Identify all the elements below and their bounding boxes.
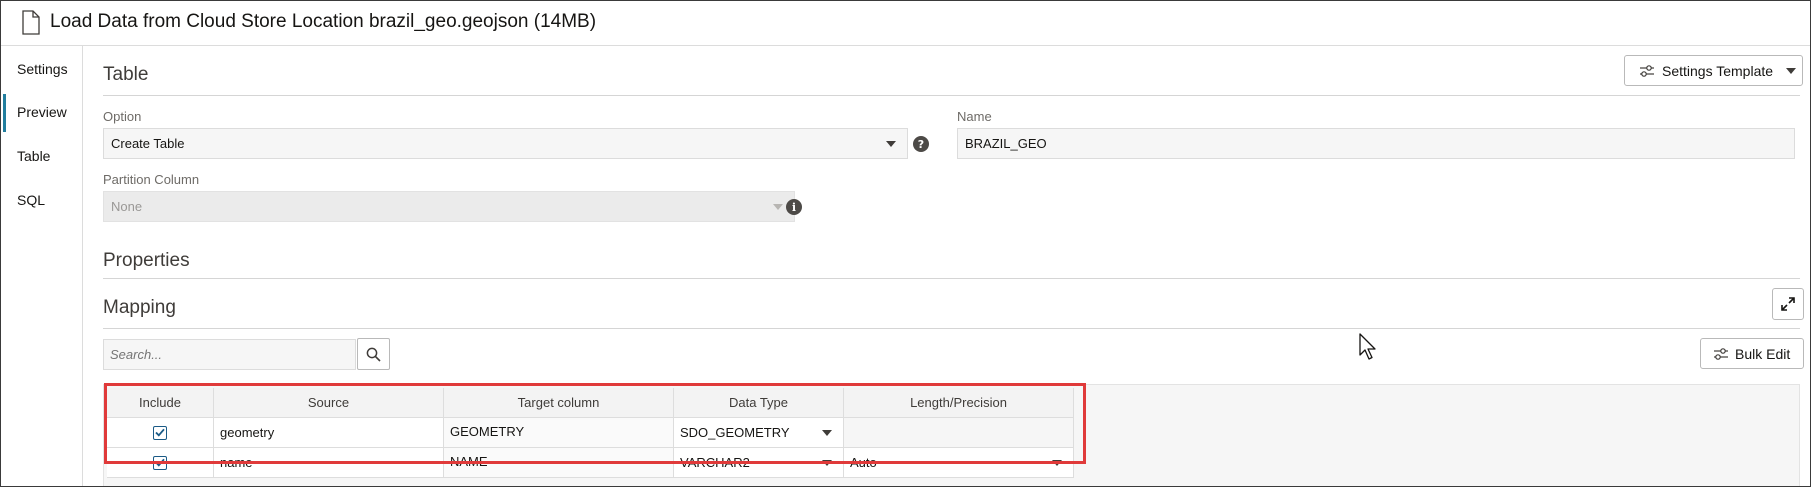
include-checkbox[interactable]	[153, 455, 167, 470]
sidebar-item-sql[interactable]: SQL	[17, 192, 45, 208]
sidebar-item-settings[interactable]: Settings	[17, 61, 68, 77]
bulk-edit-label: Bulk Edit	[1735, 345, 1791, 362]
expand-button[interactable]	[1772, 288, 1804, 320]
sidebar-item-preview[interactable]: Preview	[17, 104, 67, 120]
table-section-title: Table	[103, 64, 149, 85]
data-type-value: VARCHAR2	[680, 455, 750, 470]
source-cell: name	[214, 448, 444, 478]
chevron-down-icon	[773, 204, 783, 210]
chevron-down-icon[interactable]	[822, 430, 832, 436]
table-row: geometry GEOMETRY SDO_GEOMETRY	[107, 418, 1074, 448]
document-icon	[22, 10, 40, 35]
name-input[interactable]: BRAZIL_GEO	[957, 128, 1795, 159]
sidebar-active-indicator	[3, 94, 6, 132]
length-precision-cell	[844, 418, 1074, 448]
data-type-select[interactable]: VARCHAR2	[674, 448, 844, 478]
option-select-value: Create Table	[111, 136, 185, 151]
data-type-value: SDO_GEOMETRY	[680, 425, 790, 440]
sliders-icon	[1640, 64, 1654, 77]
include-cell	[107, 448, 214, 478]
source-cell: geometry	[214, 418, 444, 448]
grid-header-row: Include Source Target column Data Type L…	[107, 388, 1074, 418]
option-label: Option	[103, 109, 142, 124]
column-header-length-precision[interactable]: Length/Precision	[844, 388, 1074, 418]
target-column-input[interactable]: NAME	[444, 448, 674, 478]
column-header-source[interactable]: Source	[214, 388, 444, 418]
checkmark-icon	[155, 458, 165, 467]
mapping-section-title: Mapping	[103, 297, 176, 318]
target-column-input[interactable]: GEOMETRY	[444, 418, 674, 448]
settings-template-label: Settings Template	[1662, 62, 1774, 79]
chevron-down-icon[interactable]	[822, 460, 832, 466]
table-row: name NAME VARCHAR2 Auto	[107, 448, 1074, 478]
column-header-target-column[interactable]: Target column	[444, 388, 674, 418]
sidebar-item-table[interactable]: Table	[17, 148, 50, 164]
name-input-value: BRAZIL_GEO	[965, 136, 1047, 151]
include-checkbox[interactable]	[153, 425, 167, 440]
option-select[interactable]: Create Table	[103, 128, 908, 159]
info-icon[interactable]: i	[786, 199, 802, 215]
dialog-title: Load Data from Cloud Store Location braz…	[50, 11, 597, 32]
search-icon	[366, 347, 381, 362]
column-header-data-type[interactable]: Data Type	[674, 388, 844, 418]
bulk-edit-button[interactable]: Bulk Edit	[1700, 338, 1804, 369]
expand-icon	[1781, 297, 1795, 311]
search-button[interactable]	[357, 338, 390, 370]
include-cell	[107, 418, 214, 448]
dialog-header: Load Data from Cloud Store Location braz…	[1, 1, 1810, 46]
main-content: Table Settings Template Option Create Ta…	[83, 46, 1810, 486]
settings-template-button[interactable]: Settings Template	[1624, 55, 1803, 86]
sidebar: Settings Preview Table SQL	[1, 46, 83, 486]
mapping-section-divider	[103, 328, 1800, 329]
name-label: Name	[957, 109, 992, 124]
partition-column-select: None	[103, 191, 795, 222]
partition-column-value: None	[111, 199, 143, 214]
partition-column-label: Partition Column	[103, 172, 200, 187]
sliders-icon	[1714, 347, 1728, 360]
chevron-down-icon[interactable]	[1052, 460, 1062, 466]
help-icon[interactable]: ?	[913, 136, 929, 152]
data-type-select[interactable]: SDO_GEOMETRY	[674, 418, 844, 448]
mapping-search-input[interactable]	[103, 339, 356, 370]
properties-section-divider	[103, 278, 1800, 279]
properties-section-title[interactable]: Properties	[103, 250, 190, 272]
dialog-frame: Load Data from Cloud Store Location braz…	[0, 0, 1811, 487]
checkmark-icon	[155, 428, 165, 437]
length-precision-value: Auto	[850, 455, 877, 470]
length-precision-select[interactable]: Auto	[844, 448, 1074, 478]
table-section-divider	[103, 95, 1800, 96]
chevron-down-icon[interactable]	[886, 141, 896, 147]
column-header-include[interactable]: Include	[107, 388, 214, 418]
mouse-cursor-icon	[1359, 333, 1376, 360]
chevron-down-icon	[1786, 68, 1796, 74]
